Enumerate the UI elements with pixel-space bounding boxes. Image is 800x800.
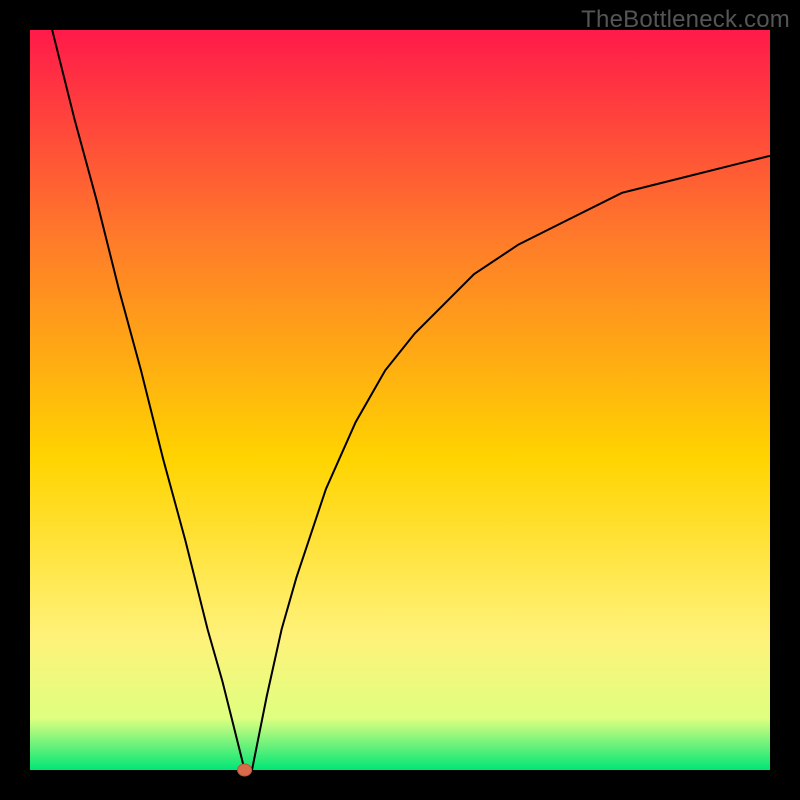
watermark-text: TheBottleneck.com: [581, 6, 790, 34]
chart-container: { "watermark": "TheBottleneck.com", "col…: [0, 0, 800, 800]
optimal-point-marker: [238, 764, 252, 776]
chart-background-gradient: [30, 30, 770, 770]
bottleneck-chart: [0, 0, 800, 800]
